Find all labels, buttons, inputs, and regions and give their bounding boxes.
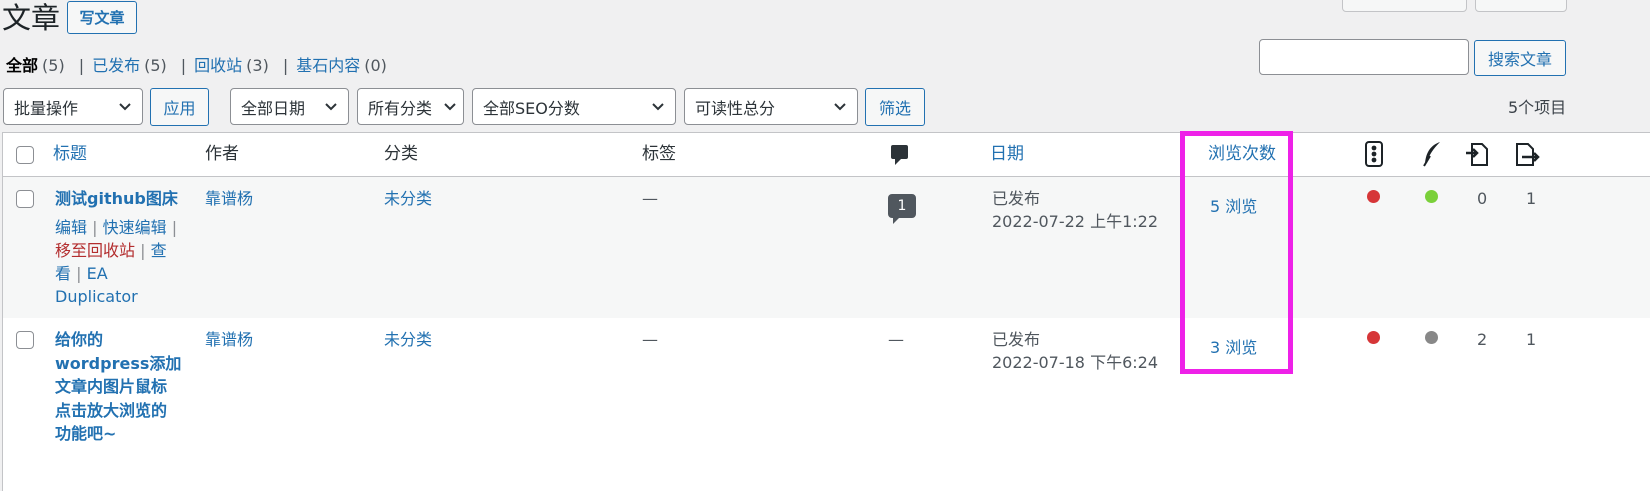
view-link-cont[interactable]: 看: [55, 264, 71, 283]
traffic-light-icon: [1365, 141, 1383, 167]
post-date: 2022-07-22 上午1:22: [992, 212, 1159, 231]
tags-empty: —: [642, 189, 658, 208]
author-link[interactable]: 靠谱杨: [205, 187, 253, 210]
separator: |: [78, 56, 85, 75]
view-cornerstone-count: (0): [364, 56, 387, 75]
category-filter-select[interactable]: 所有分类: [357, 88, 464, 125]
readability-score-dot: [1425, 331, 1438, 344]
row-checkbox[interactable]: [16, 190, 34, 208]
select-all-checkbox[interactable]: [16, 146, 34, 164]
screen-options-button[interactable]: [1342, 0, 1467, 12]
view-trash-link[interactable]: 回收站: [194, 55, 242, 77]
link-in-icon: [1466, 143, 1488, 166]
post-title-link[interactable]: 给你的 wordpress添加 文章内图片鼠标 点击放大浏览的 功能吧~: [55, 328, 181, 446]
seo-score-dot: [1367, 331, 1380, 344]
readability-select[interactable]: 可读性总分: [684, 88, 858, 125]
separator: |: [180, 56, 187, 75]
title-line: 点击放大浏览的: [55, 400, 168, 420]
bulk-action-value: 批量操作: [14, 98, 79, 118]
chevron-down-icon: [652, 103, 664, 111]
tags-empty: —: [642, 330, 658, 349]
post-status-filter: 全部 (5) | 已发布 (5) | 回收站 (3) | 基石内容 (0): [6, 55, 387, 77]
title-line: 给你的: [55, 330, 104, 349]
outbound-links-count: 1: [1526, 330, 1537, 349]
duplicator-link-cont[interactable]: Duplicator: [55, 287, 138, 306]
edit-link[interactable]: 编辑: [55, 218, 87, 237]
comments-empty: —: [888, 330, 904, 349]
title-line: 功能吧~: [55, 424, 117, 443]
duplicator-link[interactable]: EA: [87, 264, 108, 283]
items-count: 5个项目: [1508, 98, 1567, 117]
title-line: 文章内图片鼠标: [55, 377, 168, 396]
column-categories: 分类: [384, 144, 418, 164]
date-filter-select[interactable]: 全部日期: [230, 88, 349, 125]
quick-edit-link[interactable]: 快速编辑: [103, 218, 167, 237]
inbound-links-count: 2: [1477, 330, 1488, 349]
view-trash-count: (3): [246, 56, 269, 75]
separator: |: [282, 56, 289, 75]
category-link[interactable]: 未分类: [384, 328, 432, 351]
chevron-down-icon: [834, 103, 846, 111]
trash-link[interactable]: 移至回收站: [55, 241, 135, 260]
comment-icon[interactable]: [890, 144, 910, 166]
chevron-down-icon: [325, 103, 337, 111]
column-tags: 标签: [642, 144, 676, 164]
post-status: 已发布: [992, 189, 1041, 208]
seo-score-select[interactable]: 全部SEO分数: [472, 88, 676, 125]
comment-count-badge[interactable]: 1: [888, 194, 916, 224]
page-title: 文章: [2, 1, 61, 35]
search-input[interactable]: [1259, 39, 1469, 75]
add-new-post-button[interactable]: 写文章: [67, 1, 137, 34]
seo-score-value: 全部SEO分数: [483, 98, 580, 118]
views-column-highlight: [1180, 131, 1293, 374]
post-date: 2022-07-18 下午6:24: [992, 353, 1159, 372]
chevron-down-icon: [444, 103, 456, 111]
view-all-link[interactable]: 全部: [6, 55, 38, 77]
feather-icon: [1423, 142, 1440, 167]
post-title-link[interactable]: 测试github图床: [55, 187, 178, 210]
seo-score-dot: [1367, 190, 1380, 203]
view-cornerstone-link[interactable]: 基石内容: [296, 55, 360, 77]
column-date[interactable]: 日期: [990, 143, 1024, 165]
apply-button[interactable]: 应用: [150, 88, 209, 126]
column-author: 作者: [205, 144, 239, 164]
category-link[interactable]: 未分类: [384, 187, 432, 210]
bulk-action-select[interactable]: 批量操作: [3, 88, 143, 125]
chevron-down-icon: [119, 103, 131, 111]
inbound-links-count: 0: [1477, 189, 1488, 208]
category-filter-value: 所有分类: [368, 98, 433, 118]
link-out-icon: [1516, 143, 1540, 166]
row-actions: 编辑 | 快速编辑 | 移至回收站 | 查 看 | EA Duplicator: [55, 218, 178, 306]
filter-button[interactable]: 筛选: [865, 88, 925, 126]
view-published-link[interactable]: 已发布: [92, 55, 140, 77]
search-posts-button[interactable]: 搜索文章: [1474, 40, 1566, 76]
author-link[interactable]: 靠谱杨: [205, 328, 253, 351]
outbound-links-count: 1: [1526, 189, 1537, 208]
view-published-count: (5): [144, 56, 167, 75]
readability-value: 可读性总分: [695, 98, 776, 118]
view-all-count: (5): [42, 56, 65, 75]
row-checkbox[interactable]: [16, 331, 34, 349]
post-status: 已发布: [992, 330, 1041, 349]
readability-score-dot: [1425, 190, 1438, 203]
title-line: wordpress添加: [55, 353, 182, 373]
view-link[interactable]: 查: [151, 241, 167, 260]
column-title[interactable]: 标题: [53, 143, 87, 165]
help-button[interactable]: [1475, 0, 1567, 12]
date-filter-value: 全部日期: [241, 98, 306, 118]
